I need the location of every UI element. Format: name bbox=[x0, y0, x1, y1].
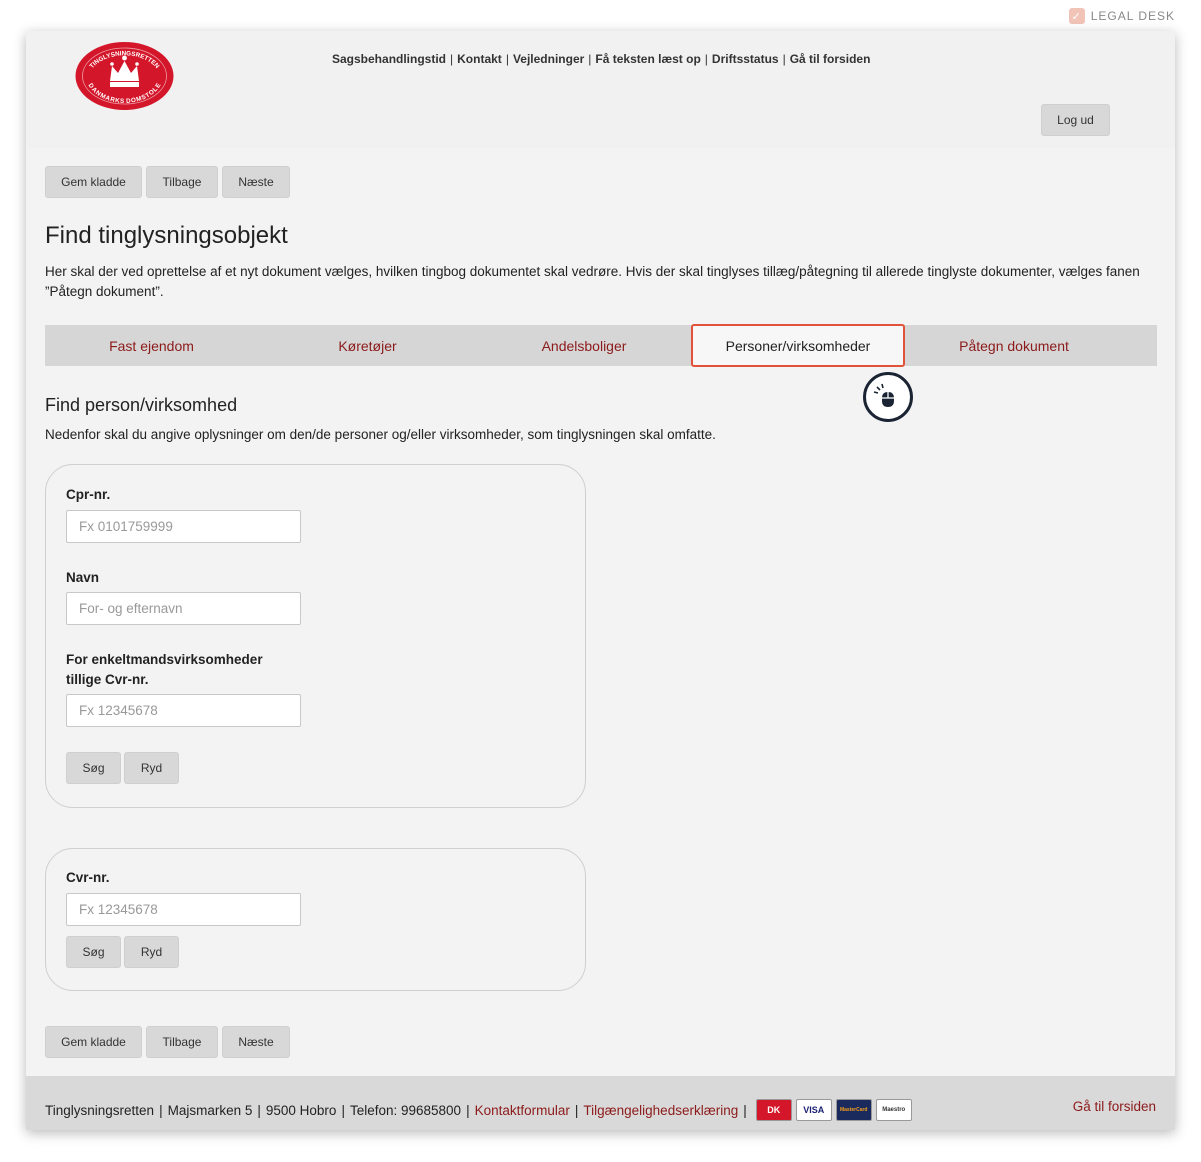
company-search-button[interactable]: Søg bbox=[66, 936, 121, 968]
person-search-button[interactable]: Søg bbox=[66, 752, 121, 784]
save-draft-button[interactable]: Gem kladde bbox=[45, 166, 142, 198]
nav-link-home[interactable]: Gå til forsiden bbox=[790, 52, 871, 66]
person-clear-button[interactable]: Ryd bbox=[124, 752, 179, 784]
tab-koeretoejer[interactable]: Køretøjer bbox=[258, 325, 477, 366]
section-description: Nedenfor skal du angive oplysninger om d… bbox=[45, 427, 716, 442]
nav-link-kontakt[interactable]: Kontakt bbox=[457, 52, 502, 66]
footer-city: 9500 Hobro bbox=[265, 1102, 337, 1118]
nav-link-read-aloud[interactable]: Få teksten læst op bbox=[595, 52, 700, 66]
person-search-panel: Cpr-nr. Navn For enkeltmandsvirksomheder… bbox=[45, 464, 586, 808]
payment-cards: DK VISA MasterCard Maestro bbox=[755, 1099, 912, 1121]
top-action-bar: Gem kladde Tilbage Næste bbox=[45, 166, 290, 198]
person-form-buttons: Søg Ryd bbox=[66, 752, 179, 784]
tab-fast-ejendom[interactable]: Fast ejendom bbox=[45, 325, 258, 366]
site-header: TINGLYSNINGSRETTEN DANMARKS DOMSTOLE Sag… bbox=[26, 31, 1175, 148]
footer-org: Tinglysningsretten bbox=[45, 1102, 155, 1118]
dankort-icon: DK bbox=[755, 1099, 792, 1121]
cpr-input[interactable] bbox=[66, 510, 301, 543]
section-title: Find person/virksomhed bbox=[45, 395, 238, 415]
tab-personer-virksomheder[interactable]: Personer/virksomheder bbox=[691, 324, 905, 367]
company-clear-button[interactable]: Ryd bbox=[124, 936, 179, 968]
browser-page: TINGLYSNINGSRETTEN DANMARKS DOMSTOLE Sag… bbox=[26, 31, 1175, 1130]
mouse-click-icon bbox=[863, 372, 913, 422]
company-cvr-input[interactable] bbox=[66, 893, 301, 926]
back-button-bottom[interactable]: Tilbage bbox=[146, 1026, 218, 1058]
sole-proprietor-cvr-input[interactable] bbox=[66, 694, 301, 727]
bottom-action-bar: Gem kladde Tilbage Næste bbox=[45, 1026, 290, 1058]
nav-link-sagsbehandlingstid[interactable]: Sagsbehandlingstid bbox=[332, 52, 446, 66]
company-cvr-label: Cvr-nr. bbox=[66, 870, 110, 885]
tinglysningsretten-logo[interactable]: TINGLYSNINGSRETTEN DANMARKS DOMSTOLE bbox=[74, 41, 175, 111]
save-draft-button-bottom[interactable]: Gem kladde bbox=[45, 1026, 142, 1058]
sole-proprietor-cvr-label-line1: For enkeltmandsvirksomheder bbox=[66, 652, 263, 667]
logout-button[interactable]: Log ud bbox=[1041, 104, 1110, 136]
footer-info: Tinglysningsretten | Majsmarken 5 | 9500 H… bbox=[45, 1099, 912, 1121]
footer-contact-form-link[interactable]: Kontaktformular bbox=[475, 1103, 570, 1118]
site-footer: Tinglysningsretten | Majsmarken 5 | 9500 H… bbox=[26, 1076, 1175, 1130]
tab-paategn-dokument[interactable]: Påtegn dokument bbox=[905, 325, 1123, 366]
cpr-label: Cpr-nr. bbox=[66, 487, 111, 502]
footer-phone: Telefon: 99685800 bbox=[349, 1102, 462, 1118]
footer-accessibility-link[interactable]: Tilgængelighedserklæring bbox=[583, 1103, 738, 1118]
legal-desk-label: LEGAL DESK bbox=[1090, 9, 1175, 23]
name-label: Navn bbox=[66, 570, 100, 585]
company-form-buttons: Søg Ryd bbox=[66, 936, 179, 968]
visa-icon: VISA bbox=[795, 1099, 832, 1121]
nav-link-driftsstatus[interactable]: Driftsstatus bbox=[712, 52, 779, 66]
sole-proprietor-cvr-label: For enkeltmandsvirksomheder tillige Cvr-… bbox=[66, 650, 263, 690]
footer-home-link[interactable]: Gå til forsiden bbox=[1073, 1099, 1156, 1114]
legal-desk-logo-icon: ✓ bbox=[1068, 8, 1085, 24]
top-navigation: Sagsbehandlingstid | Kontakt | Vejledninger |… bbox=[332, 52, 871, 66]
legal-desk-brand: ✓ LEGAL DESK bbox=[1068, 8, 1175, 24]
next-button-bottom[interactable]: Næste bbox=[222, 1026, 290, 1058]
name-input[interactable] bbox=[66, 592, 301, 625]
maestro-icon: Maestro bbox=[875, 1099, 912, 1121]
tab-andelsboliger[interactable]: Andelsboliger bbox=[477, 325, 691, 366]
next-button[interactable]: Næste bbox=[222, 166, 290, 198]
mastercard-icon: MasterCard bbox=[835, 1099, 872, 1121]
footer-address: Majsmarken 5 bbox=[167, 1102, 253, 1118]
object-type-tabs: Fast ejendom Køretøjer Andelsboliger Per… bbox=[45, 324, 1157, 367]
back-button[interactable]: Tilbage bbox=[146, 166, 218, 198]
page-title: Find tinglysningsobjekt bbox=[45, 222, 288, 249]
sole-proprietor-cvr-label-line2: tillige Cvr-nr. bbox=[66, 672, 149, 687]
page-intro-text: Her skal der ved oprettelse af et nyt do… bbox=[45, 264, 1140, 299]
company-search-panel: Cvr-nr. Søg Ryd bbox=[45, 848, 586, 991]
nav-link-vejledninger[interactable]: Vejledninger bbox=[513, 52, 584, 66]
